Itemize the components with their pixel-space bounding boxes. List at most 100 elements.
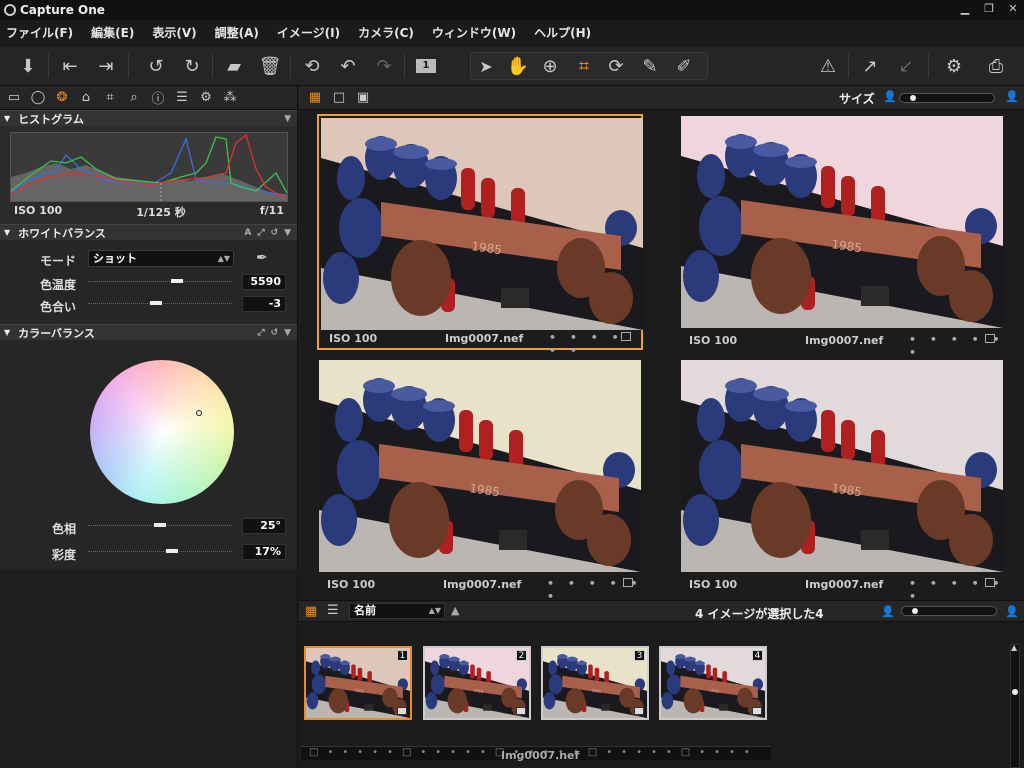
image-preview[interactable] [319,360,641,572]
close-icon[interactable]: ✕ [1006,2,1020,16]
menu-view[interactable]: 表示(V) [152,24,196,41]
collapse-icon[interactable]: ▼ [4,228,10,237]
image-preview[interactable] [681,360,1003,572]
tint-value[interactable]: -3 [242,296,286,312]
copy-adjustments-icon[interactable]: ↗ [858,54,882,78]
color-wheel[interactable] [90,360,234,504]
reset-icon[interactable]: ⟲ [300,54,324,78]
slider-knob[interactable] [149,301,162,305]
folder-icon[interactable]: ▭ [6,90,22,106]
menu-image[interactable]: イメージ(I) [277,24,340,41]
menu-help[interactable]: ヘルプ(H) [534,24,591,41]
filmstrip-thumb[interactable]: 2 [423,646,531,720]
menu-icon[interactable] [985,334,995,343]
browser-size-slider[interactable] [901,606,997,616]
rotate-tool-icon[interactable]: ⟳ [604,54,628,78]
tint-slider[interactable] [88,301,232,306]
single-view-button[interactable]: 1 [414,54,438,78]
zoom-icon[interactable]: ⊕ [538,54,562,78]
color-wheel-point[interactable] [196,410,202,416]
expand-icon[interactable]: ⤢ [257,328,264,338]
annotate-icon[interactable]: ✐ [672,54,696,78]
slider-knob[interactable] [171,279,184,283]
warning-icon[interactable]: ⚠ [816,54,840,78]
auto-icon[interactable]: A [244,228,251,238]
color-tab-icon[interactable]: ❂ [54,90,70,106]
thumbnail-size-slider[interactable] [899,93,995,103]
color-balance-header[interactable]: ▼ カラーバランス ⤢ ↺ ▼ [0,324,297,340]
image-thumbnail[interactable]: ISO 100 Img0007.nef • • • • • • [317,358,643,603]
menu-icon[interactable] [985,578,995,587]
next-icon[interactable]: ⇥ [94,54,118,78]
expand-icon[interactable]: ⤢ [257,228,264,238]
slider-knob[interactable] [912,608,918,614]
white-balance-header[interactable]: ▼ ホワイトバランス A ⤢ ↺ ▼ [0,224,297,240]
menu-edit[interactable]: 編集(E) [91,24,134,41]
filmstrip-scrollbar[interactable]: ▲ [1010,643,1020,768]
menu-adjust[interactable]: 調整(A) [215,24,259,41]
menu-icon[interactable] [621,332,631,341]
rotate-right-icon[interactable]: ↻ [180,54,204,78]
menu-triangle-icon[interactable]: ▼ [284,328,291,338]
menu-file[interactable]: ファイル(F) [6,24,73,41]
rotate-left-icon[interactable]: ↺ [144,54,168,78]
hand-icon[interactable]: ✋ [506,54,530,78]
image-preview[interactable] [681,116,1003,328]
image-thumbnail[interactable]: ISO 100 Img0007.nef • • • • • • [679,358,1005,603]
pointer-icon[interactable]: ➤ [474,54,498,78]
color-picker-icon[interactable]: ✎ [638,54,662,78]
menu-triangle-icon[interactable]: ▼ [284,114,291,124]
adjustments-tab-icon[interactable]: ⚙ [198,90,214,106]
single-view-icon[interactable]: □ [331,90,347,106]
crop-icon[interactable]: ⌗ [572,54,596,78]
capture-icon[interactable]: ⎙ [984,54,1008,78]
previous-icon[interactable]: ⇤ [58,54,82,78]
scroll-up-icon[interactable]: ▲ [1011,643,1017,652]
collapse-icon[interactable]: ▼ [4,114,10,123]
reset-tool-icon[interactable]: ↺ [271,228,279,238]
hue-value[interactable]: 25° [242,518,286,534]
trash-icon[interactable]: 🗑 [258,54,282,78]
grid-browser-icon[interactable]: ▦ [305,604,317,619]
filmstrip-thumb[interactable]: 3 [541,646,649,720]
saturation-slider[interactable] [88,549,232,554]
menu-triangle-icon[interactable]: ▼ [284,228,291,238]
temperature-slider[interactable] [88,279,232,284]
fullscreen-view-icon[interactable]: ▣ [355,90,371,106]
apply-adjustments-icon[interactable]: ↙ [894,54,918,78]
saturation-value[interactable]: 17% [242,544,286,560]
image-preview[interactable] [321,118,643,330]
sort-direction-icon[interactable]: ▲ [451,604,459,617]
list-browser-icon[interactable]: ☰ [327,603,339,618]
exposure-tab-icon[interactable]: ⌂ [78,90,94,106]
temperature-value[interactable]: 5590 [242,274,286,290]
filmstrip-thumb[interactable]: 4 [659,646,767,720]
batch-tab-icon[interactable]: ⁂ [222,90,238,106]
import-icon[interactable]: ⬇ [16,54,40,78]
menu-icon[interactable] [623,578,633,587]
menu-camera[interactable]: カメラ(C) [358,24,414,41]
menu-icon[interactable] [752,707,762,715]
histogram-header[interactable]: ▼ ヒストグラム ▼ [0,110,297,126]
slider-knob[interactable] [910,95,916,101]
slider-knob[interactable] [165,549,178,553]
move-to-folder-icon[interactable]: ▰ [222,54,246,78]
settings-icon[interactable]: ⚙ [942,54,966,78]
info-tab-icon[interactable]: ⓘ [150,90,166,107]
image-thumbnail[interactable]: ISO 100 Img0007.nef • • • • • • [317,114,643,357]
redo-icon[interactable]: ↷ [372,54,396,78]
reset-tool-icon[interactable]: ↺ [271,328,279,338]
menu-icon[interactable] [397,707,407,715]
sort-select[interactable]: 名前 ▲▼ [349,603,445,619]
menu-window[interactable]: ウィンドウ(W) [432,24,516,41]
hue-slider[interactable] [88,523,232,528]
minimize-icon[interactable]: ▁ [958,2,972,16]
lens-crop-tab-icon[interactable]: ⌗ [102,90,118,106]
slider-knob[interactable] [154,523,166,527]
scroll-thumb[interactable] [1012,689,1018,695]
wb-mode-select[interactable]: ショット ▲▼ [88,250,234,267]
menu-icon[interactable] [516,707,526,715]
grid-view-icon[interactable]: ▦ [307,90,323,106]
restore-icon[interactable]: ❐ [982,2,996,16]
details-tab-icon[interactable]: ⌕ [126,90,142,106]
